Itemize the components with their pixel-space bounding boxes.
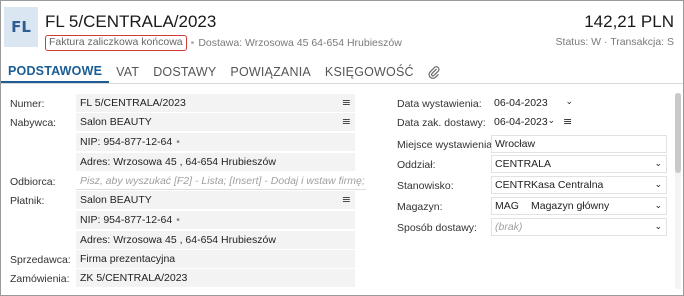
data-zak-dostawy-label: Data zak. dostawy:: [397, 117, 486, 129]
data-wystawienia-value: 06-04-2023: [494, 97, 548, 109]
odbiorca-search-input[interactable]: Pisz, aby wyszukać [F2] - Lista; [Insert…: [76, 172, 366, 190]
separator-dot: •: [176, 214, 180, 226]
nabywca-address: Adres: Wrzosowa 45 , 64-654 Hrubieszów: [80, 156, 276, 168]
sprzedawca-label: Sprzedawca:: [10, 254, 71, 266]
magazyn-label: Magazyn:: [397, 201, 443, 213]
oddzial-label: Oddział:: [397, 159, 436, 171]
zamowienia-label: Zamówienia:: [10, 273, 70, 285]
hamburger-icon[interactable]: ≡: [563, 115, 572, 128]
magazyn-name: Magazyn główny: [531, 200, 610, 212]
nabywca-address-row: Adres: Wrzosowa 45 , 64-654 Hrubieszów: [76, 153, 355, 171]
oddzial-value: CENTRALA: [495, 158, 552, 170]
sposob-dostawy-select[interactable]: (brak) ⌄: [491, 218, 667, 236]
status-transaction: Status: W · Transakcja: S: [555, 36, 674, 48]
stanowisko-code: CENTR: [495, 179, 532, 191]
zamowienia-field[interactable]: ZK 5/CENTRALA/2023: [76, 269, 355, 287]
chevron-down-icon[interactable]: ⌄: [654, 201, 662, 211]
miejsce-wystawienia-label: Miejsce wystawienia:: [397, 139, 496, 151]
magazyn-code: MAG: [495, 200, 519, 212]
stanowisko-name: Kasa Centralna: [531, 179, 604, 191]
data-wystawienia-picker[interactable]: 06-04-2023 ⌄: [491, 94, 577, 112]
platnik-nip: NIP: 954-877-12-64: [80, 214, 173, 226]
document-window: FL FL 5/CENTRALA/2023 Faktura zaliczkowa…: [0, 0, 684, 296]
nabywca-nip-row: NIP: 954-877-12-64 •: [76, 133, 355, 151]
sposob-dostawy-value: (brak): [495, 221, 523, 233]
tab-powiazania[interactable]: POWIĄZANIA: [223, 61, 317, 83]
nabywca-label: Nabywca:: [10, 117, 57, 129]
chevron-down-icon[interactable]: ⌄: [547, 116, 555, 126]
document-type-icon: FL: [4, 7, 38, 47]
sprzedawca-value: Firma prezentacyjna: [80, 253, 176, 265]
data-zak-dostawy-value: 06-04-2023: [494, 116, 548, 128]
tab-vat[interactable]: VAT: [109, 61, 146, 83]
nabywca-nip: NIP: 954-877-12-64: [80, 136, 173, 148]
hamburger-icon[interactable]: ≡: [342, 115, 351, 128]
chevron-down-icon[interactable]: ⌄: [565, 97, 573, 107]
nabywca-field[interactable]: Salon BEAUTY ≡: [76, 113, 355, 131]
document-type-badge[interactable]: Faktura zaliczkowa końcowa: [45, 34, 187, 51]
platnik-nip-row: NIP: 954-877-12-64 •: [76, 211, 355, 229]
document-subline: Faktura zaliczkowa końcowa • Dostawa: Wr…: [45, 34, 402, 51]
chevron-down-icon[interactable]: ⌄: [654, 159, 662, 169]
odbiorca-label: Odbiorca:: [10, 176, 56, 188]
data-wystawienia-label: Data wystawienia:: [397, 98, 482, 110]
numer-value: FL 5/CENTRALA/2023: [80, 97, 186, 109]
tab-bar: PODSTAWOWE VAT DOSTAWY POWIĄZANIA KSIĘGO…: [1, 61, 683, 84]
magazyn-select[interactable]: MAG Magazyn główny ⌄: [491, 197, 667, 215]
nabywca-name: Salon BEAUTY: [80, 116, 152, 128]
miejsce-wystawienia-input[interactable]: Wrocław: [491, 135, 667, 153]
hamburger-icon[interactable]: ≡: [342, 96, 351, 109]
oddzial-select[interactable]: CENTRALA ⌄: [491, 155, 667, 173]
stanowisko-select[interactable]: CENTR Kasa Centralna ⌄: [491, 176, 667, 194]
hamburger-icon[interactable]: ≡: [342, 193, 351, 206]
platnik-address: Adres: Wrzosowa 45 , 64-654 Hrubieszów: [80, 234, 276, 246]
miejsce-wystawienia-value: Wrocław: [495, 138, 536, 150]
platnik-address-row: Adres: Wrzosowa 45 , 64-654 Hrubieszów: [76, 231, 355, 249]
numer-field[interactable]: FL 5/CENTRALA/2023 ≡: [76, 94, 355, 112]
sprzedawca-field[interactable]: Firma prezentacyjna: [76, 250, 355, 268]
separator-dot: •: [176, 136, 180, 148]
form-area: Numer: FL 5/CENTRALA/2023 ≡ Nabywca: Sal…: [1, 89, 683, 295]
platnik-label: Płatnik:: [10, 195, 45, 207]
stanowisko-label: Stanowisko:: [397, 180, 454, 192]
paperclip-icon[interactable]: [421, 61, 447, 83]
document-amount: 142,21 PLN: [584, 12, 674, 31]
tab-podstawowe[interactable]: PODSTAWOWE: [1, 61, 110, 83]
document-title: FL 5/CENTRALA/2023: [45, 12, 217, 31]
chevron-down-icon[interactable]: ⌄: [654, 180, 662, 190]
tab-ksiegowosc[interactable]: KSIĘGOWOŚĆ: [318, 61, 421, 83]
numer-label: Numer:: [10, 98, 45, 110]
sposob-dostawy-label: Sposób dostawy:: [397, 222, 477, 234]
data-zak-dostawy-picker[interactable]: 06-04-2023 ⌄: [491, 113, 555, 131]
tab-dostawy[interactable]: DOSTAWY: [146, 61, 223, 83]
scrollbar-thumb[interactable]: [675, 93, 681, 173]
separator-dot: •: [190, 36, 195, 49]
platnik-field[interactable]: Salon BEAUTY ≡: [76, 191, 355, 209]
chevron-down-icon[interactable]: ⌄: [654, 222, 662, 232]
platnik-name: Salon BEAUTY: [80, 194, 152, 206]
delivery-address: Dostawa: Wrzosowa 45 64-654 Hrubieszów: [198, 36, 402, 49]
zamowienia-value: ZK 5/CENTRALA/2023: [80, 272, 188, 284]
